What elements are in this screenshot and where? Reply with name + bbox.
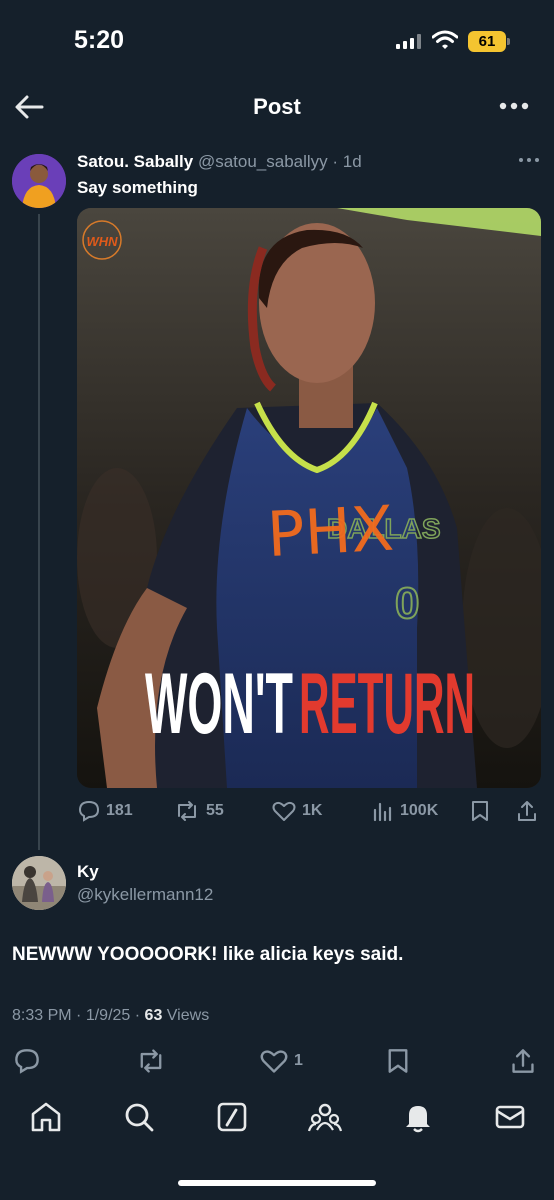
bookmark-icon[interactable] — [386, 1048, 410, 1074]
repost-count: 55 — [206, 802, 224, 819]
tweet-author-handle[interactable]: @satou_saballyy — [198, 152, 328, 171]
reply-like-count: 1 — [294, 1052, 303, 1069]
heart-icon — [272, 801, 296, 821]
heart-icon — [260, 1050, 288, 1073]
jersey-number: 0 — [395, 579, 419, 628]
grok-icon[interactable] — [215, 1100, 249, 1134]
messages-icon[interactable] — [493, 1100, 527, 1134]
repost-button[interactable]: 55 — [174, 800, 224, 822]
bookmark-icon[interactable] — [470, 800, 490, 822]
views-button[interactable]: 100K — [372, 800, 438, 822]
reply-text: NEWWW YOOOOORK! like alicia keys said. — [12, 944, 404, 965]
like-count: 1K — [302, 802, 323, 819]
more-options-icon[interactable] — [498, 96, 530, 116]
svg-text:WHN: WHN — [86, 234, 118, 249]
separator: · — [332, 152, 339, 171]
home-icon[interactable] — [29, 1100, 63, 1134]
home-indicator — [178, 1180, 376, 1186]
like-button[interactable]: 1K — [272, 800, 322, 822]
share-icon[interactable] — [510, 1048, 536, 1074]
page-title: Post — [253, 94, 301, 119]
reply-meta: 8:33 PM · 1/9/25 · 63 Views — [12, 1007, 209, 1025]
cellular-signal-icon — [396, 33, 421, 49]
tweet-media-image[interactable]: 0 DALLAS WHN PHX WON'T RETURN — [77, 208, 541, 788]
battery-tip — [507, 38, 510, 45]
views-icon — [373, 802, 392, 822]
reply-button[interactable]: 181 — [78, 800, 133, 822]
status-time: 5:20 — [74, 26, 125, 54]
svg-text:PHX: PHX — [265, 492, 395, 572]
notifications-bell-icon[interactable] — [401, 1100, 435, 1134]
wifi-icon — [432, 30, 458, 49]
svg-text:RETURN: RETURN — [299, 656, 475, 752]
share-icon[interactable] — [516, 800, 538, 822]
battery-icon: 61 — [468, 31, 506, 52]
reply-date: 1/9/25 — [85, 1007, 131, 1024]
search-icon[interactable] — [122, 1100, 156, 1134]
reply-icon — [78, 800, 100, 822]
headline: WON'T RETURN — [145, 656, 475, 752]
tweet-text: Say something — [77, 178, 198, 197]
separator: · — [76, 1007, 82, 1024]
reply-views-count: 63 — [144, 1007, 163, 1024]
tweet-author-name[interactable]: Satou. Sabally — [77, 152, 193, 171]
reply-author-name[interactable]: Ky — [77, 862, 99, 882]
repost-icon[interactable] — [136, 1048, 166, 1074]
phx-scribble: PHX — [265, 492, 395, 572]
tweet-age[interactable]: 1d — [343, 152, 362, 171]
reply-icon[interactable] — [14, 1048, 40, 1074]
reply-time: 8:33 PM — [12, 1007, 72, 1024]
thread-line — [38, 214, 40, 850]
separator: · — [134, 1007, 141, 1024]
reply-avatar[interactable] — [12, 856, 66, 910]
reply-like-button[interactable]: 1 — [260, 1048, 303, 1074]
views-count: 100K — [400, 802, 439, 819]
reply-author-handle[interactable]: @kykellermann12 — [77, 885, 213, 905]
reply-count: 181 — [106, 802, 133, 819]
communities-icon[interactable] — [308, 1100, 342, 1134]
svg-text:WON'T: WON'T — [145, 656, 293, 752]
tweet-more-icon[interactable] — [518, 154, 540, 166]
reply-views-label: Views — [166, 1007, 210, 1024]
author-avatar[interactable] — [12, 154, 66, 208]
repost-icon — [178, 801, 196, 821]
tweet-author-line: Satou. Sabally @satou_saballyy · 1d — [77, 152, 362, 172]
